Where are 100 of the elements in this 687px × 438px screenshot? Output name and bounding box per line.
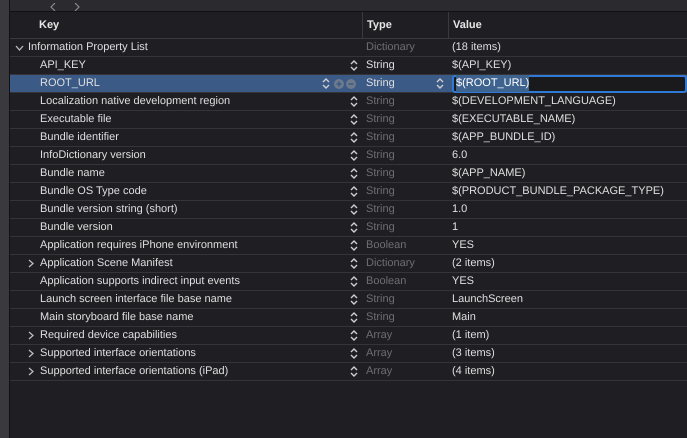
key-text: Bundle version string (short) [40, 202, 179, 218]
key-text: Application requires iPhone environment [40, 238, 239, 254]
stepper-icon[interactable] [350, 186, 358, 197]
stepper-icon[interactable] [350, 150, 358, 161]
type-text: Array [366, 328, 394, 344]
chevron-right-icon[interactable] [28, 259, 34, 268]
value-text: $(DEVELOPMENT_LANGUAGE) [452, 94, 616, 110]
type-text: String [366, 94, 396, 110]
stepper-icon[interactable] [350, 60, 358, 71]
value-text: 6.0 [452, 148, 468, 164]
plist-row[interactable]: ROOT_URL String $(ROOT_URL) [10, 75, 687, 93]
value-text: LaunchScreen [452, 292, 523, 308]
key-text: Supported interface orientations [40, 346, 197, 362]
back-icon[interactable] [50, 3, 56, 11]
key-text: ROOT_URL [40, 76, 101, 92]
stepper-icon[interactable] [350, 294, 358, 305]
type-text: String [366, 76, 396, 92]
stepper-icon[interactable] [350, 366, 358, 377]
value-text: 1 [452, 220, 458, 236]
key-text: Bundle identifier [40, 130, 120, 146]
plist-row[interactable]: Bundle version string (short) String 1.0 [10, 201, 687, 219]
plist-row[interactable]: Application requires iPhone environment Boolean YES [10, 237, 687, 255]
type-text: String [366, 292, 396, 308]
stepper-icon[interactable] [350, 276, 358, 287]
type-text: Boolean [366, 274, 408, 290]
plist-row[interactable]: Bundle OS Type code String $(PRODUCT_BUNDLE_PACKAGE_TYPE) [10, 183, 687, 201]
type-text: Dictionary [366, 40, 416, 56]
type-text: String [366, 148, 396, 164]
column-header[interactable]: Value [453, 16, 482, 34]
stepper-icon[interactable] [350, 168, 358, 179]
value-text: $(API_KEY) [452, 58, 512, 74]
stepper-icon[interactable] [350, 330, 358, 341]
stepper-icon[interactable] [350, 204, 358, 215]
value-text: (1 item) [452, 328, 490, 344]
type-text: String [366, 184, 396, 200]
plist-row[interactable]: Executable file String $(EXECUTABLE_NAME) [10, 111, 687, 129]
plist-row[interactable]: Application supports indirect input events Boolean YES [10, 273, 687, 291]
value-field[interactable]: $(ROOT_URL) [452, 74, 687, 92]
value-text: Main [452, 310, 476, 326]
key-text: InfoDictionary version [40, 148, 147, 164]
value-text: (2 items) [452, 256, 495, 272]
type-text: Array [366, 346, 394, 362]
value-text: $(EXECUTABLE_NAME) [452, 112, 576, 128]
stepper-icon[interactable] [350, 96, 358, 107]
column-header[interactable]: Type [367, 16, 392, 34]
stepper-icon[interactable] [436, 78, 444, 89]
key-text: Required device capabilities [40, 328, 178, 344]
plist-row[interactable]: Required device capabilities Array (1 item) [10, 327, 687, 345]
key-text: Bundle version [40, 220, 114, 236]
plist-row[interactable]: Application Scene Manifest Dictionary (2 items) [10, 255, 687, 273]
value-text: $(PRODUCT_BUNDLE_PACKAGE_TYPE) [452, 184, 664, 200]
plist-row[interactable]: Supported interface orientations (iPad) Array (4 items) [10, 363, 687, 381]
chevron-down-icon[interactable] [14, 44, 24, 50]
plist-row[interactable]: Main storyboard file base name String Main [10, 309, 687, 327]
column-header[interactable]: Key [39, 16, 60, 34]
value-text: 1.0 [452, 202, 468, 218]
type-text: Boolean [366, 238, 408, 254]
type-text: String [366, 202, 396, 218]
plist-row[interactable]: Localization native development region String $(DEVELOPMENT_LANGUAGE) [10, 93, 687, 111]
chevron-right-icon[interactable] [28, 331, 34, 340]
type-text: Dictionary [366, 256, 416, 272]
stepper-icon[interactable] [322, 78, 330, 89]
chevron-right-icon[interactable] [28, 349, 34, 358]
type-text: String [366, 130, 396, 146]
stepper-icon[interactable] [350, 132, 358, 143]
key-text: API_KEY [40, 58, 87, 74]
key-text: Application supports indirect input events [40, 274, 241, 290]
plist-row[interactable]: InfoDictionary version String 6.0 [10, 147, 687, 165]
plist-row[interactable]: Launch screen interface file base name String LaunchScreen [10, 291, 687, 309]
stepper-icon[interactable] [350, 312, 358, 323]
plist-row[interactable]: Bundle name String $(APP_NAME) [10, 165, 687, 183]
value-text: (4 items) [452, 364, 495, 380]
plist-row[interactable]: Bundle version String 1 [10, 219, 687, 237]
key-text: Bundle OS Type code [40, 184, 148, 200]
key-text: Localization native development region [40, 94, 232, 110]
type-text: String [366, 112, 396, 128]
key-text: Application Scene Manifest [40, 256, 174, 272]
type-text: Array [366, 364, 394, 380]
key-text: Main storyboard file base name [40, 310, 194, 326]
value-text: (18 items) [452, 40, 501, 56]
chevron-right-icon[interactable] [28, 367, 34, 376]
key-text: Information Property List [28, 40, 149, 56]
plist-row[interactable]: Bundle identifier String $(APP_BUNDLE_ID) [10, 129, 687, 147]
type-text: String [366, 58, 396, 74]
key-text: Executable file [40, 112, 113, 128]
stepper-icon[interactable] [350, 222, 358, 233]
plist-row[interactable]: Supported interface orientations Array (3 items) [10, 345, 687, 363]
stepper-icon[interactable] [350, 240, 358, 251]
key-text: Launch screen interface file base name [40, 292, 234, 308]
type-text: String [366, 220, 396, 236]
key-text: Supported interface orientations (iPad) [40, 364, 230, 380]
value-text: (3 items) [452, 346, 495, 362]
type-text: String [366, 310, 396, 326]
value-text: $(APP_BUNDLE_ID) [452, 130, 556, 146]
stepper-icon[interactable] [350, 258, 358, 269]
forward-icon[interactable] [74, 3, 80, 11]
stepper-icon[interactable] [350, 348, 358, 359]
type-text: String [366, 166, 396, 182]
value-text: YES [452, 274, 474, 290]
stepper-icon[interactable] [350, 114, 358, 125]
